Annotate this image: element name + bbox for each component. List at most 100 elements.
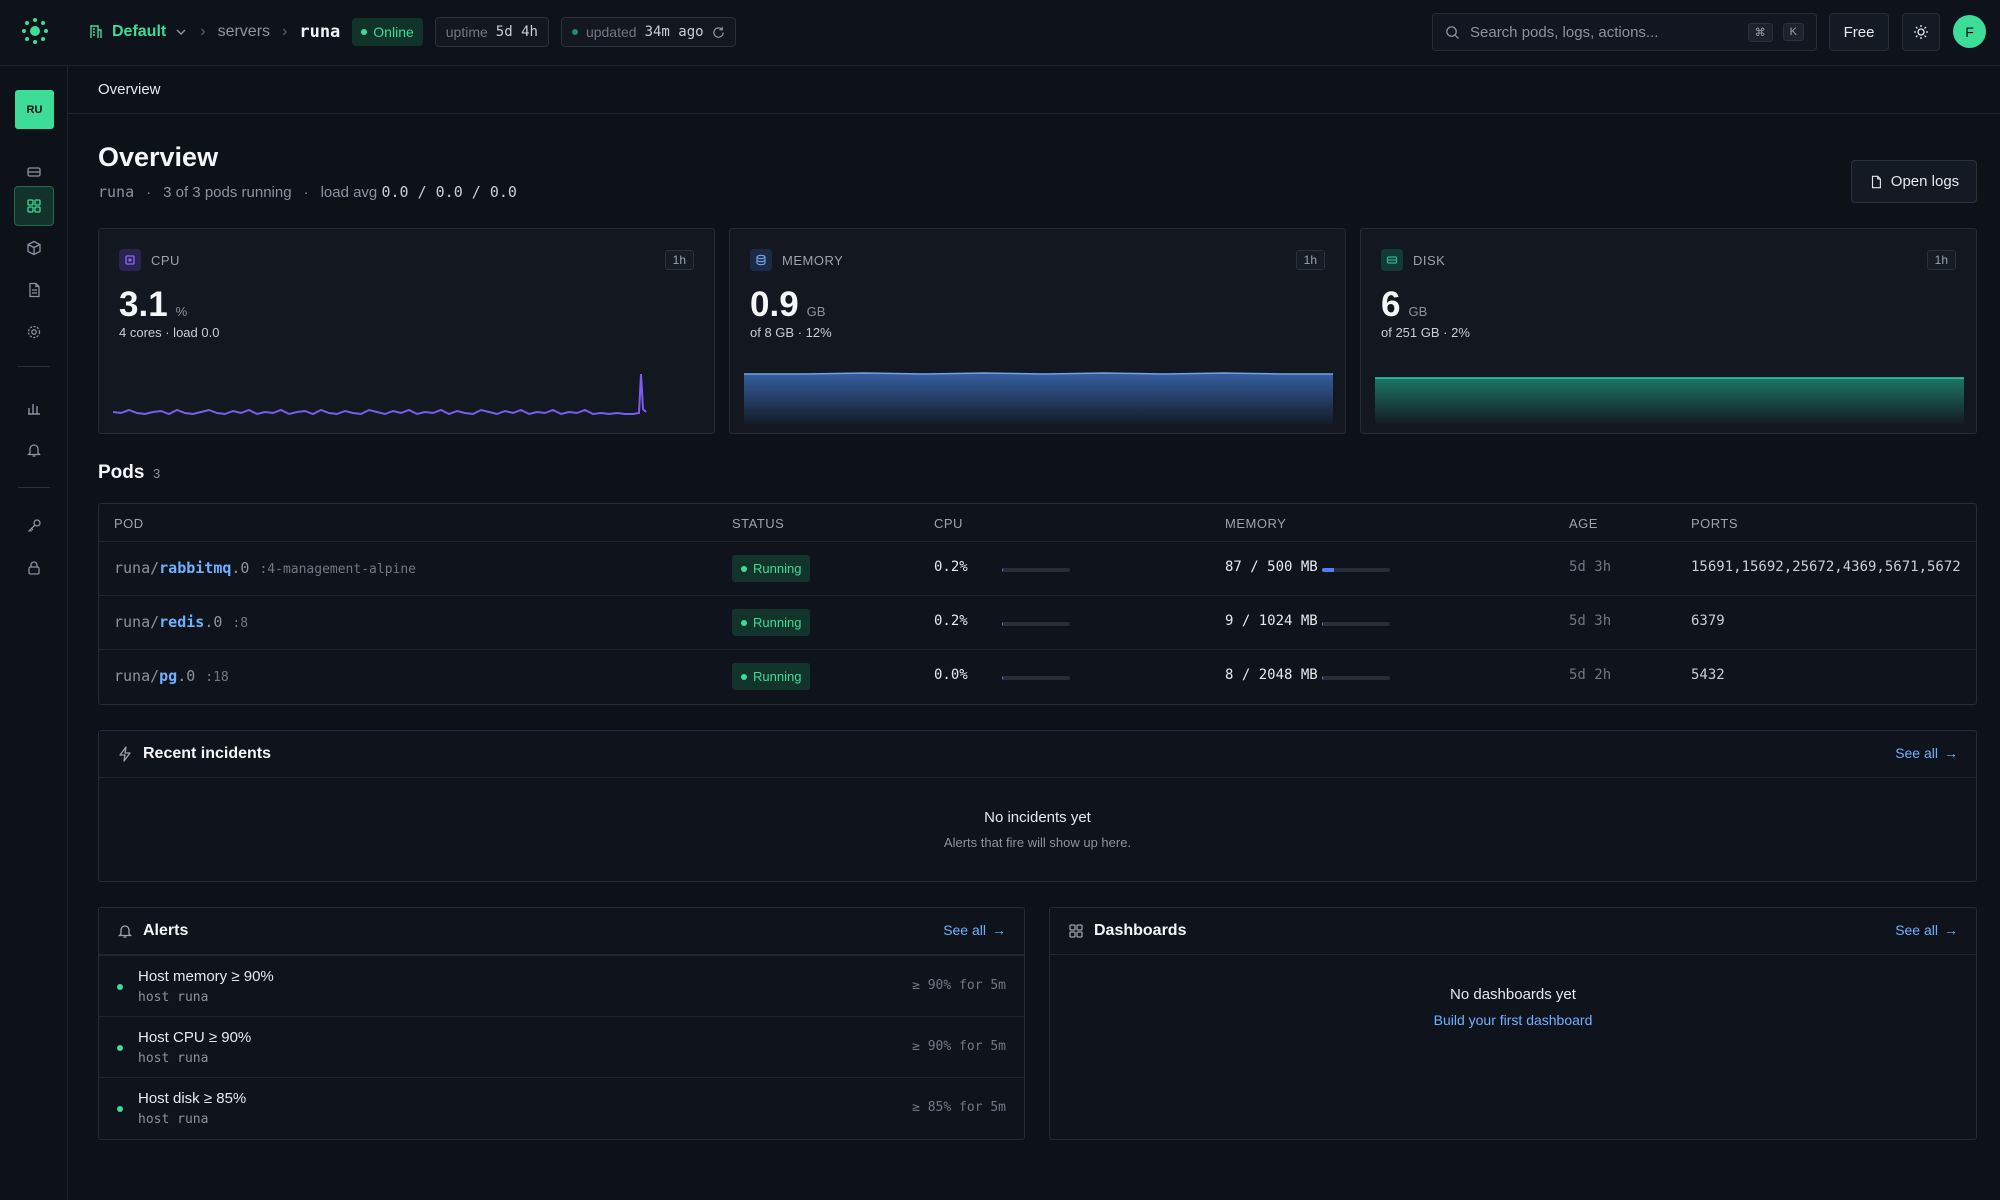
sidebar-item-pods[interactable] — [14, 228, 54, 268]
app-logo-icon[interactable] — [20, 16, 50, 46]
host-name: runa — [98, 183, 135, 201]
column-header-memory[interactable]: MEMORY — [1225, 516, 1286, 531]
sidebar-item-logs[interactable] — [14, 270, 54, 310]
disk-area-fill — [1375, 378, 1964, 424]
search-input[interactable]: Search pods, logs, actions... ⌘ K — [1432, 13, 1817, 51]
cpu-bar-fill — [1002, 676, 1003, 680]
build-dashboard-link[interactable]: Build your first dashboard — [1050, 1012, 1976, 1028]
status-text: Running — [753, 561, 802, 576]
status-dot-icon — [741, 673, 747, 680]
list-item[interactable]: Host CPU ≥ 90% host runa ≥ 90% for 5m — [99, 1016, 1024, 1077]
memory-unit: GB — [806, 304, 826, 319]
bell-icon — [117, 925, 133, 938]
table-row[interactable]: runa/pg.0:18 Running 0.0% 8 / 2048 MB 5d… — [99, 649, 1976, 703]
incidents-panel: Recent incidents See all → No incidents y… — [98, 730, 1977, 882]
grid-icon — [1069, 924, 1083, 938]
box-icon — [27, 240, 41, 256]
sidebar-item-overview[interactable] — [14, 186, 54, 226]
age-value: 5d 2h — [1569, 667, 1612, 683]
cpu-bar-fill — [1002, 622, 1004, 626]
pod-name[interactable]: runa/redis.0:8 — [114, 613, 248, 631]
disk-card: DISK 1h 6 GB of 251 GB · 2% — [1360, 228, 1977, 434]
refresh-icon[interactable] — [712, 26, 725, 39]
table-row[interactable]: runa/rabbitmq.0:4-management-alpine Runn… — [99, 541, 1976, 595]
column-header-status[interactable]: STATUS — [732, 516, 784, 531]
sidebar-divider — [18, 487, 50, 488]
pod-name-main: redis — [159, 613, 205, 631]
cpu-bar-fill — [1002, 568, 1004, 572]
sidebar: RU — [0, 66, 68, 1200]
pod-name-main: pg — [159, 667, 178, 685]
column-header-age[interactable]: AGE — [1569, 516, 1598, 531]
plan-button[interactable]: Free — [1829, 13, 1889, 51]
pod-tag: :4-management-alpine — [259, 562, 417, 577]
cpu-sparkline — [113, 373, 647, 416]
server-icon — [27, 167, 41, 177]
breadcrumb-servers[interactable]: servers — [218, 23, 270, 41]
alerts-see-all-link[interactable]: See all → — [943, 922, 1006, 938]
cpu-bar — [1002, 622, 1070, 626]
sidebar-item-settings[interactable] — [14, 312, 54, 352]
see-all-label: See all — [1895, 745, 1938, 761]
search-icon — [1446, 25, 1460, 39]
column-header-ports[interactable]: PORTS — [1691, 516, 1738, 531]
memory-range-button[interactable]: 1h — [1295, 250, 1325, 270]
server-badge[interactable]: RU — [15, 90, 54, 129]
pod-name[interactable]: runa/pg.0:18 — [114, 667, 229, 685]
memory-card: MEMORY 1h 0.9 GB of 8 GB · 12% — [729, 228, 1346, 434]
dashboards-panel: Dashboards See all → No dashboards yet Bu… — [1049, 907, 1977, 1140]
memory-sub: of 8 GB · 12% — [750, 325, 832, 340]
cpu-card: CPU 1h 3.1% 4 cores · load 0.0 — [98, 228, 715, 434]
dashboards-empty-title: No dashboards yet — [1450, 986, 1576, 1003]
incidents-empty-title: No incidents yet — [984, 809, 1091, 826]
incidents-empty-subtitle: Alerts that fire will show up here. — [943, 835, 1132, 850]
list-item[interactable]: Host disk ≥ 85% host runa ≥ 85% for 5m — [99, 1077, 1024, 1138]
cpu-sparkline-line — [113, 373, 647, 416]
status-dot-icon — [361, 29, 368, 35]
open-logs-button[interactable]: Open logs — [1851, 160, 1977, 203]
pods-count: 3 — [153, 466, 161, 481]
status-text: Online — [373, 24, 414, 40]
alert-status-dot-icon — [117, 1045, 123, 1051]
pod-name[interactable]: runa/rabbitmq.0:4-management-alpine — [114, 559, 416, 577]
chevron-down-icon — [176, 29, 186, 35]
alert-name: Host CPU ≥ 90% — [138, 1029, 252, 1046]
column-header-cpu[interactable]: CPU — [934, 516, 963, 531]
memory-label: MEMORY — [782, 252, 844, 268]
alert-status-dot-icon — [117, 1106, 123, 1112]
memory-value: 87 / 500 MB — [1225, 559, 1318, 575]
sidebar-item-security[interactable] — [14, 548, 54, 588]
chevron-right-icon: › — [282, 23, 288, 40]
top-bar: Default › servers › runa Online uptime 5d… — [0, 0, 2000, 66]
incidents-see-all-link[interactable]: See all → — [1895, 745, 1958, 761]
updated-pill[interactable]: updated 34m ago — [560, 17, 736, 47]
pod-suffix: .0 — [177, 667, 196, 685]
dashboards-title: Dashboards — [1094, 922, 1187, 939]
table-row[interactable]: runa/redis.0:8 Running 0.2% 9 / 1024 MB … — [99, 595, 1976, 649]
column-header-pod[interactable]: POD — [114, 516, 144, 531]
sidebar-item-keys[interactable] — [14, 506, 54, 546]
chevron-right-icon: › — [200, 23, 206, 40]
dashboards-see-all-link[interactable]: See all → — [1895, 922, 1958, 938]
sidebar-item-metrics[interactable] — [14, 388, 54, 428]
status-badge: Running — [732, 609, 811, 636]
disk-range-button[interactable]: 1h — [1926, 250, 1956, 270]
alert-condition: ≥ 90% for 5m — [912, 1039, 1006, 1054]
breadcrumb-current: runa — [299, 22, 341, 42]
avatar[interactable]: F — [1953, 15, 1986, 48]
sidebar-item-alerts[interactable] — [14, 430, 54, 470]
workspace-switcher[interactable]: Default — [88, 23, 188, 41]
alert-condition: ≥ 85% for 5m — [912, 1100, 1006, 1115]
pod-prefix: runa/ — [114, 613, 160, 631]
cpu-value: 0.2% — [934, 559, 968, 575]
cpu-range-button[interactable]: 1h — [664, 250, 694, 270]
subheader-title: Overview — [98, 81, 161, 98]
gear-icon — [27, 325, 41, 339]
alert-condition: ≥ 90% for 5m — [912, 978, 1006, 993]
memory-value: 8 / 2048 MB — [1225, 667, 1318, 683]
theme-toggle-button[interactable] — [1902, 13, 1940, 51]
list-item[interactable]: Host memory ≥ 90% host runa ≥ 90% for 5m — [99, 955, 1024, 1016]
alert-name: Host memory ≥ 90% — [138, 968, 274, 985]
disk-value: 6 — [1381, 285, 1401, 324]
alerts-title: Alerts — [143, 922, 189, 939]
